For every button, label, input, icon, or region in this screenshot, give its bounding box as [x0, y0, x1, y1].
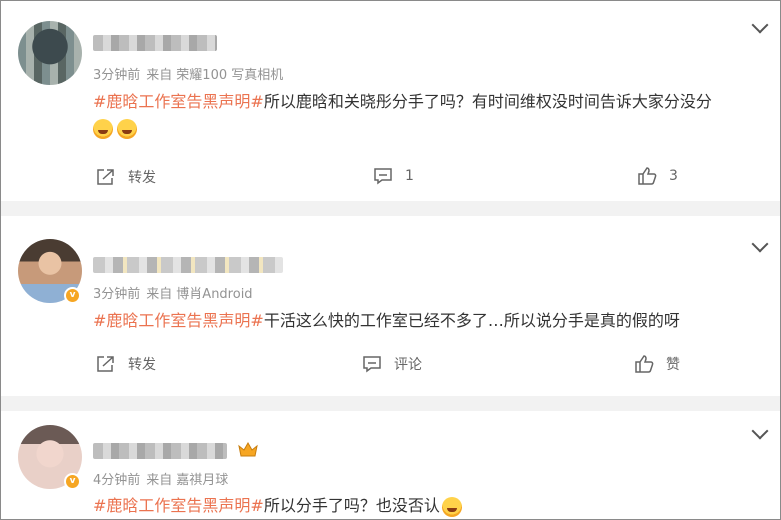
username-blurred[interactable]: [93, 257, 283, 273]
comment-body: 干活这么快的工作室已经不多了…所以说分手是真的假的呀: [263, 311, 680, 330]
repost-icon: [97, 169, 114, 185]
repost-label: 转发: [128, 170, 156, 186]
username-blurred[interactable]: [93, 443, 227, 459]
comment-time: 3分钟前: [93, 68, 141, 83]
like-count: 3: [669, 168, 678, 184]
comment-meta: 4分钟前 来自 嘉祺月球: [93, 469, 234, 488]
like-button[interactable]: 3: [637, 167, 678, 185]
chevron-down-icon[interactable]: [751, 16, 769, 34]
repost-button[interactable]: 转发: [96, 354, 156, 374]
emoji-row: [93, 118, 141, 139]
repost-label: 转发: [128, 357, 156, 373]
comment-time: 4分钟前: [93, 473, 141, 488]
comment-body: 所以分手了吗？也没否认: [263, 496, 440, 515]
like-button[interactable]: 赞: [634, 354, 680, 374]
repost-icon: [97, 356, 114, 372]
comment-count: 1: [405, 168, 414, 184]
repost-button[interactable]: 转发: [96, 167, 156, 187]
comment-meta: 3分钟前 来自 博肖Android: [93, 283, 259, 302]
username-blurred[interactable]: [93, 35, 217, 51]
comment-source: 博肖Android: [176, 287, 253, 302]
comment-button[interactable]: 1: [373, 167, 414, 185]
avatar[interactable]: [18, 21, 82, 85]
comment-time: 3分钟前: [93, 287, 141, 302]
source-prefix: 来自: [146, 473, 173, 488]
comment-icon: [374, 168, 392, 185]
comment-source: 嘉祺月球: [176, 473, 229, 488]
comment-item: 3分钟前 来自 荣耀100 写真相机 #鹿晗工作室告黑声明#所以鹿晗和关晓彤分手了吗…: [1, 1, 780, 201]
crown-badge-icon: [238, 441, 258, 457]
comment-feed: 3分钟前 来自 荣耀100 写真相机 #鹿晗工作室告黑声明#所以鹿晗和关晓彤分手了吗…: [0, 0, 781, 520]
chevron-down-icon[interactable]: [751, 235, 769, 253]
comment-item: v 3分钟前 来自 博肖Android #鹿晗工作室告黑声明#干活这么快的工作室已经…: [1, 216, 780, 396]
laughing-tears-emoji-icon: [93, 118, 113, 139]
chevron-down-icon[interactable]: [751, 422, 769, 440]
comment-text: #鹿晗工作室告黑声明#所以鹿晗和关晓彤分手了吗？有时间维权没时间告诉大家分没分: [93, 88, 712, 112]
source-prefix: 来自: [146, 68, 173, 83]
thumbs-up-icon: [638, 167, 657, 185]
comment-icon: [363, 356, 381, 373]
comment-text: #鹿晗工作室告黑声明#干活这么快的工作室已经不多了…所以说分手是真的假的呀: [93, 307, 680, 331]
laughing-tears-emoji-icon: [117, 118, 137, 139]
comment-body: 所以鹿晗和关晓彤分手了吗？有时间维权没时间告诉大家分没分: [263, 92, 712, 111]
comment-source: 荣耀100 写真相机: [176, 68, 284, 83]
comment-item: v 4分钟前 来自 嘉祺月球 #鹿晗工作室告黑声明#所以分手了吗？也没否认: [1, 411, 780, 519]
comment-text: #鹿晗工作室告黑声明#所以分手了吗？也没否认: [93, 492, 466, 517]
thumbs-up-icon: [635, 355, 654, 373]
verified-badge-icon: v: [64, 287, 81, 304]
separator: [1, 201, 780, 216]
source-prefix: 来自: [146, 287, 173, 302]
hashtag-link[interactable]: #鹿晗工作室告黑声明#: [93, 496, 264, 515]
hashtag-link[interactable]: #鹿晗工作室告黑声明#: [93, 92, 264, 111]
pleading-face-emoji-icon: [441, 496, 462, 517]
comment-label: 评论: [394, 357, 422, 373]
comment-button[interactable]: 评论: [362, 354, 422, 374]
like-label: 赞: [666, 357, 680, 373]
separator: [1, 396, 780, 411]
hashtag-link[interactable]: #鹿晗工作室告黑声明#: [93, 311, 264, 330]
comment-meta: 3分钟前 来自 荣耀100 写真相机: [93, 64, 289, 83]
verified-badge-icon: v: [64, 473, 81, 490]
